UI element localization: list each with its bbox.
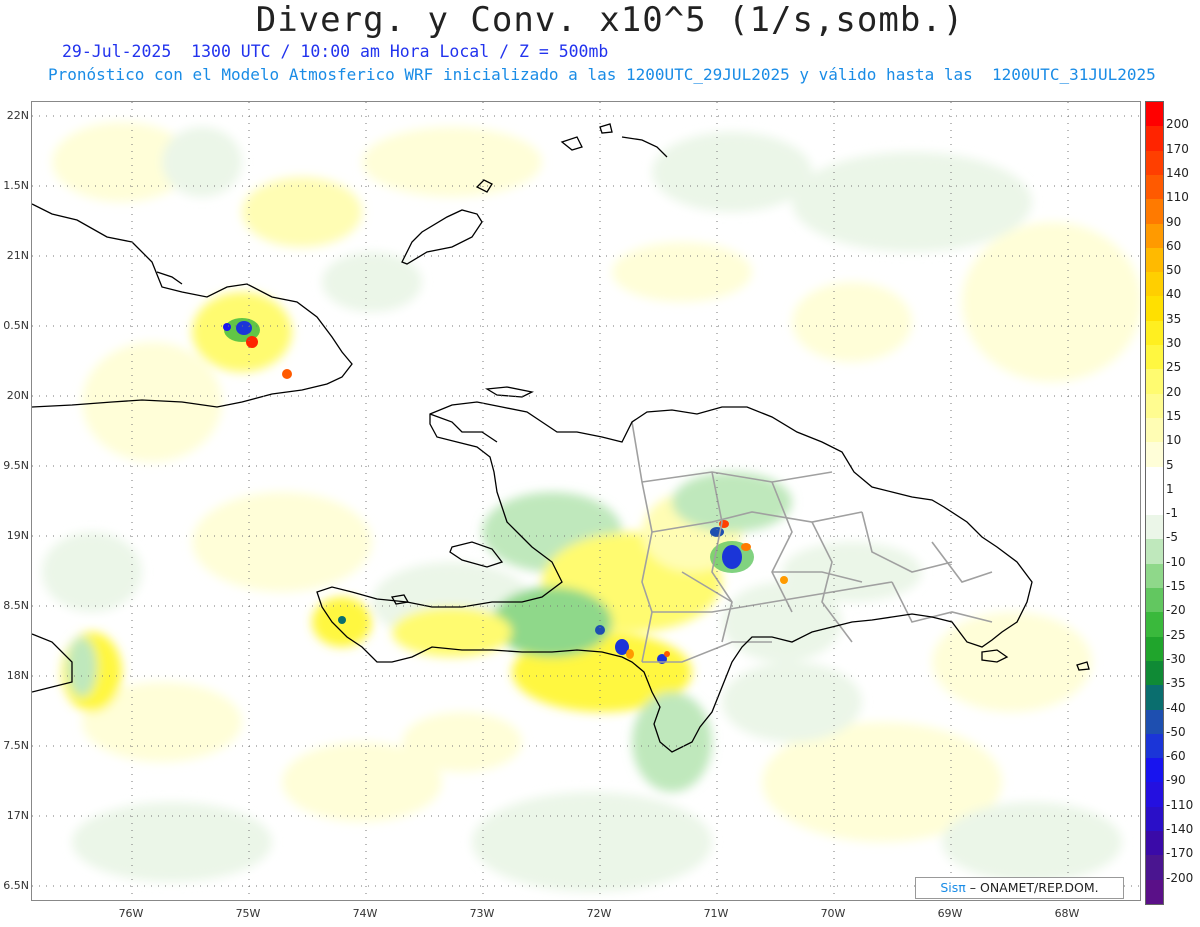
- lon-label: 74W: [352, 907, 378, 920]
- colorbar-cell: [1146, 320, 1163, 346]
- colorbar-label: -40: [1166, 700, 1186, 715]
- colorbar-cell: [1146, 539, 1163, 565]
- lat-label: 19N: [6, 529, 29, 542]
- colorbar-label: 10: [1166, 433, 1182, 448]
- colorbar: [1145, 101, 1164, 905]
- lat-label: 6.5N: [3, 879, 29, 892]
- colorbar-cell: [1146, 466, 1163, 492]
- colorbar-cell: [1146, 272, 1163, 297]
- colorbar-label: 35: [1166, 311, 1182, 326]
- colorbar-cell: [1146, 126, 1163, 152]
- lat-label: 0.5N: [3, 319, 29, 332]
- credit-text: – ONAMET/REP.DOM.: [965, 880, 1099, 895]
- colorbar-cell: [1146, 758, 1163, 783]
- colorbar-label: 90: [1166, 214, 1182, 229]
- lon-label: 75W: [235, 907, 261, 920]
- colorbar-cell: [1146, 393, 1163, 419]
- colorbar-label: 20: [1166, 384, 1182, 399]
- colorbar-label: 50: [1166, 263, 1182, 278]
- colorbar-label: -110: [1166, 797, 1194, 812]
- colorbar-cell: [1146, 855, 1163, 881]
- colorbar-cell: [1146, 782, 1163, 808]
- colorbar-cell: [1146, 515, 1163, 540]
- colorbar-cell: [1146, 490, 1163, 516]
- colorbar-label: 5: [1166, 457, 1174, 472]
- colorbar-cell: [1146, 660, 1163, 686]
- lon-label: 70W: [820, 907, 846, 920]
- valid-time-subtitle: 29-Jul-2025 1300 UTC / 10:00 am Hora Loc…: [62, 42, 609, 61]
- colorbar-cell: [1146, 247, 1163, 273]
- colorbar-cell: [1146, 588, 1163, 613]
- colorbar-cell: [1146, 417, 1163, 443]
- map-title: Diverg. y Conv. x10^5 (1/s,somb.): [255, 0, 965, 40]
- colorbar-cell: [1146, 102, 1163, 127]
- colorbar-cell: [1146, 296, 1163, 322]
- colorbar-label: 40: [1166, 287, 1182, 302]
- colorbar-label: -140: [1166, 822, 1194, 837]
- colorbar-label: 140: [1166, 165, 1189, 180]
- colorbar-label: 110: [1166, 190, 1189, 205]
- lon-label: 71W: [703, 907, 729, 920]
- colorbar-label: -25: [1166, 627, 1186, 642]
- lat-label: 9.5N: [3, 459, 29, 472]
- colorbar-cell: [1146, 636, 1163, 662]
- lat-label: 18N: [6, 669, 29, 682]
- lon-label: 72W: [586, 907, 612, 920]
- lon-label: 69W: [937, 907, 963, 920]
- model-run-subtitle: Pronóstico con el Modelo Atmosferico WRF…: [48, 65, 1156, 84]
- colorbar-label: -200: [1166, 870, 1194, 885]
- colorbar-label: 30: [1166, 336, 1182, 351]
- colorbar-cell: [1146, 442, 1163, 468]
- colorbar-label: 200: [1166, 117, 1189, 132]
- colorbar-cell: [1146, 199, 1163, 224]
- lon-label: 68W: [1054, 907, 1080, 920]
- lat-label: 20N: [6, 389, 29, 402]
- lat-label: 8.5N: [3, 599, 29, 612]
- colorbar-cell: [1146, 612, 1163, 638]
- colorbar-cell: [1146, 685, 1163, 711]
- lat-label: 17N: [6, 809, 29, 822]
- colorbar-cell: [1146, 563, 1163, 589]
- lat-label: 1.5N: [3, 179, 29, 192]
- colorbar-label: 15: [1166, 408, 1182, 423]
- map-panel: [31, 101, 1141, 901]
- colorbar-cell: [1146, 223, 1163, 249]
- map-canvas: [32, 102, 1140, 900]
- colorbar-label: -50: [1166, 724, 1186, 739]
- colorbar-label: 60: [1166, 238, 1182, 253]
- colorbar-label: -1: [1166, 506, 1178, 521]
- colorbar-cell: [1146, 879, 1163, 905]
- colorbar-cell: [1146, 174, 1163, 200]
- colorbar-label: -60: [1166, 749, 1186, 764]
- colorbar-cell: [1146, 806, 1163, 832]
- lat-label: 22N: [6, 109, 29, 122]
- colorbar-label: -30: [1166, 651, 1186, 666]
- colorbar-label: -170: [1166, 846, 1194, 861]
- colorbar-cell: [1146, 831, 1163, 856]
- lat-label: 7.5N: [3, 739, 29, 752]
- colorbar-cell: [1146, 369, 1163, 395]
- colorbar-cell: [1146, 150, 1163, 176]
- colorbar-label: 170: [1166, 141, 1189, 156]
- lat-label: 21N: [6, 249, 29, 262]
- colorbar-cell: [1146, 709, 1163, 735]
- credit-box: Sisπ – ONAMET/REP.DOM.: [915, 877, 1124, 899]
- colorbar-label: -15: [1166, 579, 1186, 594]
- colorbar-label: 25: [1166, 360, 1182, 375]
- colorbar-label: -90: [1166, 773, 1186, 788]
- colorbar-cell: [1146, 345, 1163, 370]
- lon-label: 73W: [469, 907, 495, 920]
- lon-label: 76W: [118, 907, 144, 920]
- colorbar-cell: [1146, 733, 1163, 759]
- credit-logo-text: Sisπ: [940, 880, 966, 895]
- divergence-field: [42, 122, 1140, 892]
- colorbar-label: -5: [1166, 530, 1178, 545]
- colorbar-label: -35: [1166, 676, 1186, 691]
- colorbar-label: -20: [1166, 603, 1186, 618]
- colorbar-label: 1: [1166, 481, 1174, 496]
- colorbar-label: -10: [1166, 554, 1186, 569]
